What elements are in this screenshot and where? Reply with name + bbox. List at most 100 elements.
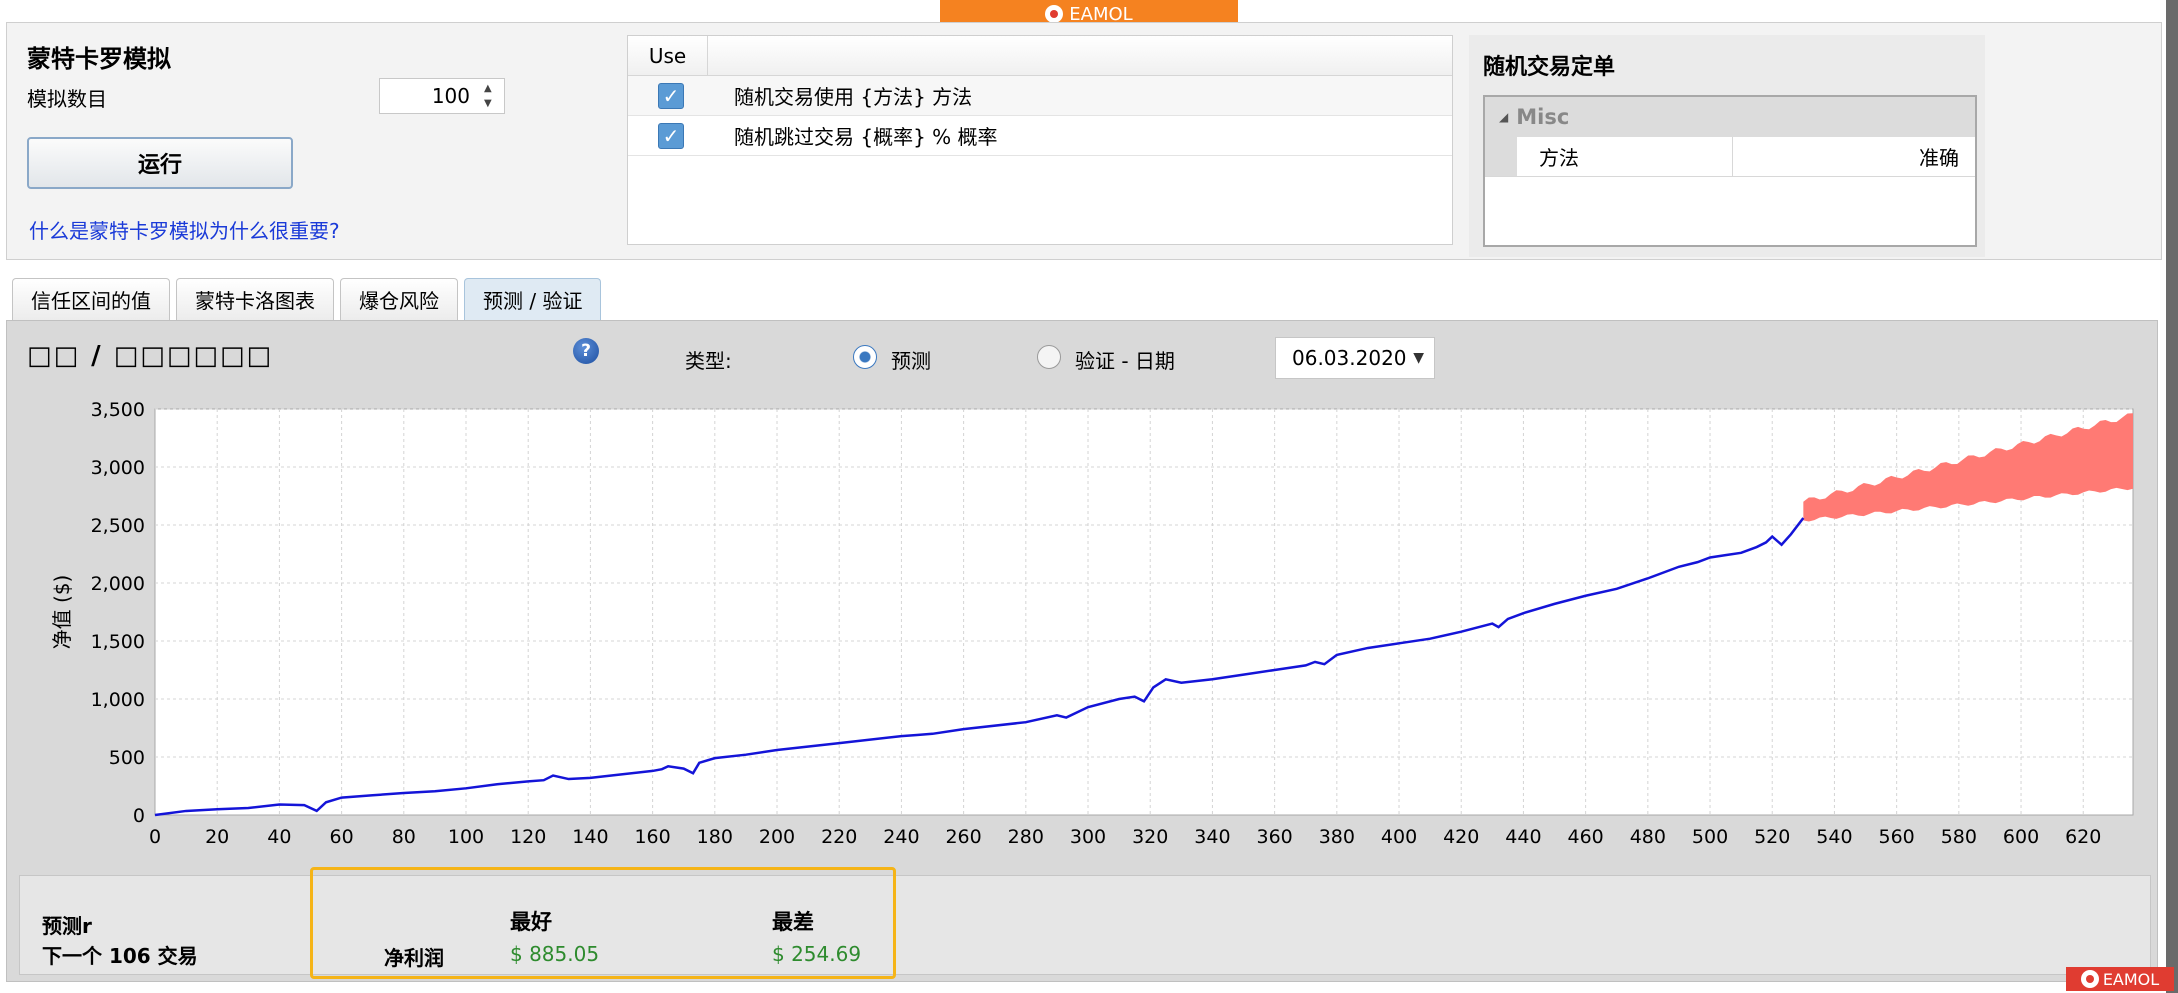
watermark-bottom: EAMOL (2066, 967, 2174, 991)
stepper-up-icon[interactable]: ▲ (484, 83, 498, 94)
worst-net-profit-value: $ 254.69 (772, 942, 862, 966)
use-row-label: 随机跳过交易 {概率} % 概率 (734, 125, 998, 149)
app-root: EAMOL 蒙特卡罗模拟 模拟数目 100 ▲ ▼ 运行 什么是蒙特卡罗模拟为什… (0, 0, 2178, 993)
validation-date-value: 06.03.2020 (1292, 346, 1407, 370)
x-tick-label: 360 (1256, 826, 1292, 848)
y-tick-label: 500 (109, 747, 145, 769)
x-tick-label: 180 (697, 826, 733, 848)
x-tick-label: 260 (945, 826, 981, 848)
x-tick-label: 620 (2065, 826, 2101, 848)
y-tick-label: 1,000 (91, 689, 145, 711)
use-row-skip-trades[interactable]: ✓ 随机跳过交易 {概率} % 概率 (628, 116, 1452, 156)
net-profit-label: 净利润 (384, 946, 444, 970)
radio-predict-label[interactable]: 预测 (891, 345, 931, 374)
best-net-profit-value: $ 885.05 (510, 942, 600, 966)
y-tick-label: 2,000 (91, 573, 145, 595)
x-tick-label: 400 (1381, 826, 1417, 848)
radio-validate-label[interactable]: 验证 - 日期 (1075, 345, 1175, 374)
monte-carlo-title: 蒙特卡罗模拟 (27, 45, 171, 73)
y-tick-label: 3,500 (91, 399, 145, 421)
stepper-arrows[interactable]: ▲ ▼ (484, 83, 498, 109)
plot-area (154, 408, 2134, 816)
x-tick-label: 100 (448, 826, 484, 848)
x-tick-label: 320 (1132, 826, 1168, 848)
x-tick-label: 300 (1070, 826, 1106, 848)
use-column-header: Use (628, 36, 708, 75)
type-label: 类型: (685, 349, 732, 373)
window-edge (2166, 0, 2178, 993)
monte-carlo-panel: 蒙特卡罗模拟 模拟数目 100 ▲ ▼ 运行 什么是蒙特卡罗模拟为什么很重要? … (6, 22, 2162, 260)
equity-chart: 0 20 40 60 80 100 120 140 160 180 200 220 240 260 280 3… (50, 399, 2134, 848)
x-tick-label: 420 (1443, 826, 1479, 848)
content-title: □□ / □□□□□□ (27, 341, 274, 371)
x-tick-label: 480 (1630, 826, 1666, 848)
x-tick-label: 460 (1567, 826, 1603, 848)
monte-carlo-help-link[interactable]: 什么是蒙特卡罗模拟为什么很重要? (29, 215, 340, 244)
y-axis-label: 净值 ($) (50, 575, 74, 650)
property-name: 方法 (1517, 137, 1733, 176)
x-tick-label: 520 (1754, 826, 1790, 848)
x-tick-label: 580 (1941, 826, 1977, 848)
use-row-random-method[interactable]: ✓ 随机交易使用 {方法} 方法 (628, 76, 1452, 116)
use-checkbox-skip-trades[interactable]: ✓ (658, 122, 684, 149)
x-tick-label: 440 (1505, 826, 1541, 848)
x-tick-label: 220 (821, 826, 857, 848)
forecast-summary: 预测r 下一个 106 交易 最好 最差 净利润 $ 885.05 $ 254.… (19, 867, 2151, 979)
x-tick-label: 160 (634, 826, 670, 848)
summary-forecast-label: 预测r (42, 914, 92, 938)
x-tick-label: 200 (759, 826, 795, 848)
tab-ruin-risk[interactable]: 爆仓风险 (340, 278, 458, 320)
simulation-count-value: 100 (431, 84, 470, 108)
property-value[interactable]: 准确 (1733, 137, 1975, 176)
simulation-count-label: 模拟数目 (27, 87, 107, 111)
x-tick-label: 140 (572, 826, 608, 848)
property-grid: ◢ Misc 方法 准确 (1483, 95, 1977, 247)
y-tick-label: 2,500 (91, 515, 145, 537)
x-tick-label: 340 (1194, 826, 1230, 848)
property-category-misc[interactable]: ◢ Misc (1485, 97, 1975, 137)
x-tick-label: 500 (1692, 826, 1728, 848)
use-table-header: Use (628, 36, 1452, 76)
watermark-logo-icon (1045, 5, 1064, 23)
x-tick-label: 0 (149, 826, 161, 848)
x-tick-label: 120 (510, 826, 546, 848)
x-tick-label: 80 (392, 826, 416, 848)
validation-date-select[interactable]: 06.03.2020 ▼ (1275, 337, 1435, 379)
x-tick-label: 540 (1816, 826, 1852, 848)
y-tick-label: 1,500 (91, 631, 145, 653)
random-order-title: 随机交易定单 (1483, 55, 1616, 80)
use-row-label: 随机交易使用 {方法} 方法 (734, 85, 973, 109)
tab-monte-carlo-chart[interactable]: 蒙特卡洛图表 (176, 278, 334, 320)
summary-next-trades-label: 下一个 106 交易 (42, 944, 198, 968)
property-row-method[interactable]: 方法 准确 (1485, 137, 1975, 177)
best-header: 最好 (510, 910, 552, 934)
use-options-table: Use ✓ 随机交易使用 {方法} 方法 ✓ 随机跳过交易 {概率} % 概率 (627, 35, 1453, 245)
worst-header: 最差 (772, 910, 814, 934)
simulation-count-stepper[interactable]: 100 ▲ ▼ (379, 78, 505, 114)
x-tick-label: 380 (1319, 826, 1355, 848)
x-tick-label: 600 (2003, 826, 2039, 848)
watermark-text: EAMOL (2102, 969, 2160, 989)
collapse-triangle-icon[interactable]: ◢ (1499, 110, 1508, 124)
help-icon[interactable]: ? (573, 338, 599, 364)
x-tick-label: 40 (267, 826, 291, 848)
property-category-label: Misc (1516, 105, 1570, 129)
run-button[interactable]: 运行 (27, 137, 293, 189)
x-tick-label: 560 (1879, 826, 1915, 848)
tab-bar: 信任区间的值 蒙特卡洛图表 爆仓风险 预测 / 验证 (12, 278, 602, 320)
tab-forecast-validation[interactable]: 预测 / 验证 (464, 278, 602, 320)
random-order-panel: 随机交易定单 ◢ Misc 方法 准确 (1469, 35, 1985, 257)
y-tick-label: 3,000 (91, 457, 145, 479)
y-tick-label: 0 (133, 805, 145, 827)
use-checkbox-random-method[interactable]: ✓ (658, 82, 684, 109)
x-tick-label: 240 (883, 826, 919, 848)
tab-confidence-interval[interactable]: 信任区间的值 (12, 278, 170, 320)
radio-predict[interactable] (853, 345, 877, 369)
x-tick-label: 20 (205, 826, 229, 848)
stepper-down-icon[interactable]: ▼ (484, 98, 498, 109)
watermark-logo-icon (2080, 970, 2099, 988)
radio-validate[interactable] (1037, 345, 1061, 369)
x-tick-label: 280 (1008, 826, 1044, 848)
dropdown-arrow-icon[interactable]: ▼ (1413, 350, 1424, 366)
x-tick-label: 60 (330, 826, 354, 848)
